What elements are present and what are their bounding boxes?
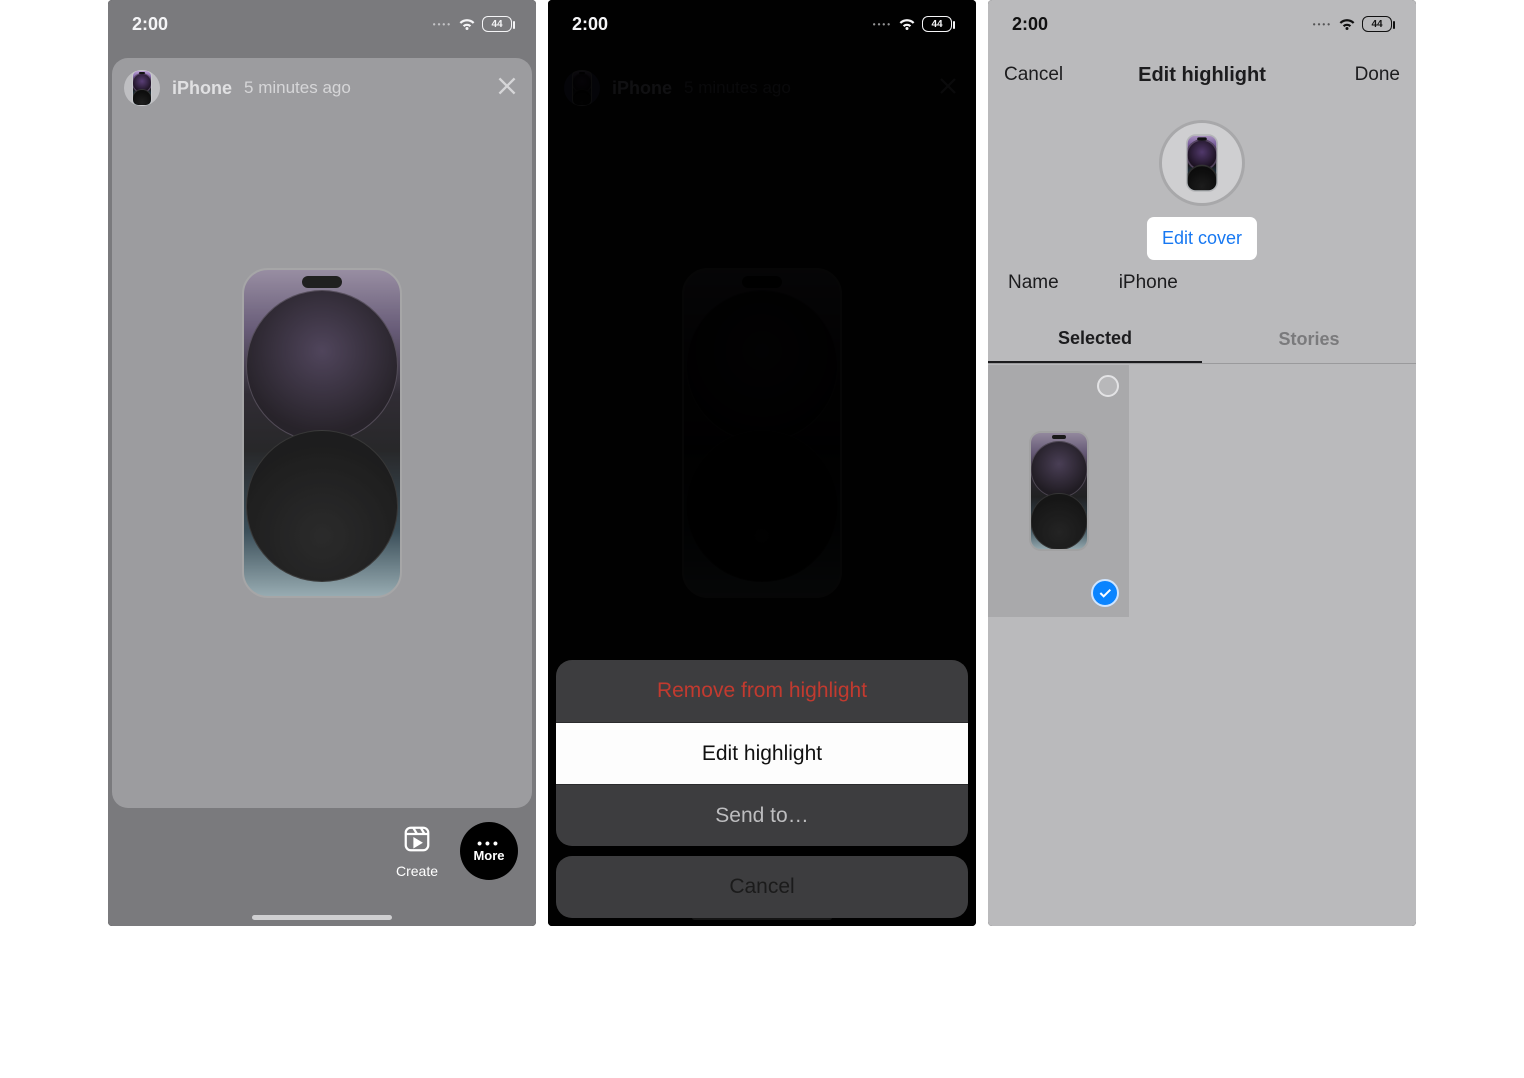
signal-dots-icon: •••• — [1313, 20, 1332, 29]
story-thumbnail[interactable] — [988, 365, 1129, 617]
selection-indicator-icon — [1097, 375, 1119, 397]
more-label: More — [473, 848, 504, 863]
menu-cancel[interactable]: Cancel — [556, 856, 968, 918]
status-bar: 2:00 •••• 44 — [108, 0, 536, 48]
story-timestamp: 5 minutes ago — [244, 78, 351, 98]
page-title: Edit highlight — [1138, 64, 1266, 87]
status-time: 2:00 — [132, 14, 168, 35]
close-icon[interactable] — [494, 73, 520, 104]
status-time: 2:00 — [1012, 14, 1048, 35]
screen-highlight-viewer: 2:00 •••• 44 iPhone 5 minutes ago — [108, 0, 536, 926]
menu-send-to[interactable]: Send to… — [556, 784, 968, 846]
tab-selected[interactable]: Selected — [988, 316, 1202, 363]
wifi-icon — [1338, 15, 1356, 33]
action-sheet: Remove from highlight Edit highlight Sen… — [556, 660, 968, 918]
status-time: 2:00 — [572, 14, 608, 35]
highlight-avatar[interactable] — [124, 70, 160, 106]
cancel-button[interactable]: Cancel — [1004, 64, 1063, 86]
edit-cover-button[interactable]: Edit cover — [1150, 220, 1254, 257]
screen-action-sheet: 2:00 •••• 44 iPhone 5 minutes ago — [548, 0, 976, 926]
tab-stories[interactable]: Stories — [1202, 316, 1416, 363]
wifi-icon — [898, 15, 916, 33]
more-button[interactable]: ••• More — [460, 822, 518, 880]
status-bar: 2:00 •••• 44 — [548, 0, 976, 48]
wifi-icon — [458, 15, 476, 33]
battery-icon: 44 — [922, 16, 952, 32]
status-bar: 2:00 •••• 44 — [988, 0, 1416, 48]
name-input[interactable]: iPhone — [1119, 272, 1178, 294]
battery-icon: 44 — [1362, 16, 1392, 32]
checkmark-badge-icon — [1091, 579, 1119, 607]
highlight-cover-preview[interactable] — [1159, 120, 1245, 206]
tabs: Selected Stories — [988, 316, 1416, 364]
create-label: Create — [396, 863, 438, 879]
done-button[interactable]: Done — [1355, 64, 1400, 86]
battery-icon: 44 — [482, 16, 512, 32]
story-card[interactable]: iPhone 5 minutes ago — [112, 58, 532, 808]
name-label: Name — [1008, 272, 1059, 294]
screen-edit-highlight: 2:00 •••• 44 Cancel Edit highlight Done … — [988, 0, 1416, 926]
signal-dots-icon: •••• — [873, 20, 892, 29]
nav-bar: Cancel Edit highlight Done — [988, 50, 1416, 100]
selected-stories-grid — [988, 365, 1416, 926]
home-indicator[interactable] — [252, 915, 392, 920]
highlight-name: iPhone — [172, 78, 232, 99]
more-dots-icon: ••• — [477, 840, 501, 846]
create-button[interactable]: Create — [396, 824, 438, 879]
signal-dots-icon: •••• — [433, 20, 452, 29]
menu-edit-highlight[interactable]: Edit highlight — [556, 722, 968, 784]
reel-icon — [402, 824, 432, 857]
story-content-image — [242, 268, 402, 598]
menu-remove-from-highlight[interactable]: Remove from highlight — [556, 660, 968, 722]
